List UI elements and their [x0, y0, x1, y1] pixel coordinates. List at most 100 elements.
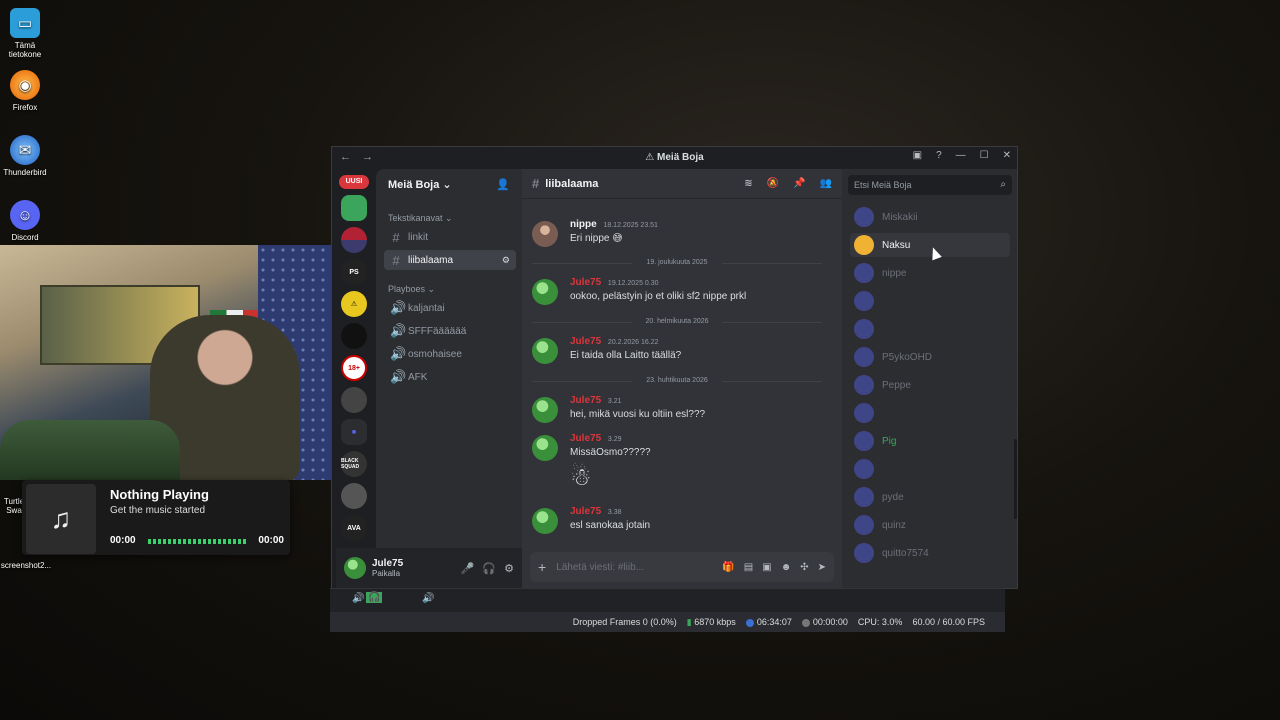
server-icon[interactable]: [341, 483, 367, 509]
composer-placeholder[interactable]: Lähetä viesti: #liib...: [556, 562, 644, 573]
server-label: BLACK SQUAD: [341, 458, 360, 470]
member-item[interactable]: Miskakii: [850, 205, 1010, 229]
plus-icon[interactable]: +: [538, 559, 546, 575]
help-icon[interactable]: ?: [936, 150, 942, 161]
search-icon[interactable]: ⌕: [1000, 179, 1006, 190]
member-item[interactable]: nippe: [850, 261, 1010, 285]
avatar[interactable]: [854, 207, 874, 227]
member-name: Pig: [882, 435, 897, 447]
avatar[interactable]: [854, 235, 874, 255]
avatar[interactable]: [854, 431, 874, 451]
avatar[interactable]: [854, 515, 874, 535]
avatar[interactable]: [344, 557, 366, 579]
notification-icon[interactable]: 🔕: [767, 178, 779, 189]
channel-linkit[interactable]: # linkit: [384, 227, 516, 247]
avatar[interactable]: [532, 397, 558, 423]
firefox-icon: ◉: [10, 70, 40, 100]
message-author[interactable]: nippe: [570, 219, 597, 230]
member-item[interactable]: quinz: [850, 513, 1010, 537]
category-voice[interactable]: Playboes ⌄: [376, 270, 522, 295]
members-icon[interactable]: 👥: [820, 178, 832, 189]
guild-header[interactable]: Meiä Boja ⌄ 👤: [376, 169, 522, 199]
speaker-icon[interactable]: 🔊: [352, 593, 364, 604]
sticker-icon[interactable]: ▣: [762, 562, 771, 573]
gift-icon[interactable]: 🎁: [722, 562, 734, 573]
message-author[interactable]: Jule75: [570, 506, 601, 517]
server-icon[interactable]: [341, 227, 367, 253]
channel-settings-icon[interactable]: ⚙: [502, 255, 510, 266]
server-icon[interactable]: [341, 323, 367, 349]
invite-icon[interactable]: 👤: [496, 178, 510, 191]
apps-icon[interactable]: ✣: [800, 562, 808, 573]
channel-name: AFK: [408, 371, 428, 383]
message-composer[interactable]: + Lähetä viesti: #liib... 🎁 ▤ ▣ ☻ ✣ ➤: [530, 552, 834, 582]
new-badge[interactable]: UUSI: [339, 175, 369, 189]
threads-icon[interactable]: ≋: [744, 178, 752, 189]
server-icon[interactable]: BLACK SQUAD: [341, 451, 367, 477]
maximize-button[interactable]: ☐: [980, 150, 989, 161]
server-icon[interactable]: 18+: [341, 355, 367, 381]
microphone-icon[interactable]: 🎤: [461, 562, 475, 575]
avatar[interactable]: [854, 291, 874, 311]
message-author[interactable]: Jule75: [570, 336, 601, 347]
server-icon[interactable]: [341, 195, 367, 221]
desktop-icon-thunderbird[interactable]: ✉ Thunderbird: [0, 135, 50, 177]
member-item[interactable]: [850, 457, 1010, 481]
channel-liibalaama[interactable]: # liibalaama ⚙: [384, 250, 516, 270]
message-author[interactable]: Jule75: [570, 277, 601, 288]
avatar[interactable]: [532, 221, 558, 247]
member-item[interactable]: [850, 401, 1010, 425]
desktop-icon-firefox[interactable]: ◉ Firefox: [0, 70, 50, 112]
desktop-icon-this-pc[interactable]: ▭ Tämä tietokone: [0, 8, 50, 59]
user-status: Paikalla: [372, 569, 401, 578]
gif-icon[interactable]: ▤: [744, 562, 753, 573]
server-icon[interactable]: PS: [341, 259, 367, 285]
avatar[interactable]: [854, 543, 874, 563]
voice-channel-sfff[interactable]: 🔊 SFFFääääää: [384, 321, 516, 341]
snowman-sticker[interactable]: ☃: [570, 463, 592, 492]
message-author[interactable]: Jule75: [570, 395, 601, 406]
member-item[interactable]: [850, 317, 1010, 341]
avatar[interactable]: [854, 487, 874, 507]
avatar[interactable]: [854, 459, 874, 479]
folder-icon[interactable]: ■: [341, 419, 367, 445]
voice-channel-osmohaisee[interactable]: 🔊 osmohaisee: [384, 344, 516, 364]
speaker-icon[interactable]: 🔊: [422, 593, 434, 604]
avatar[interactable]: [854, 347, 874, 367]
member-item[interactable]: P5ykoOHD: [850, 345, 1010, 369]
avatar[interactable]: [532, 338, 558, 364]
scrollbar[interactable]: [1014, 439, 1017, 519]
gear-icon[interactable]: ⚙: [504, 562, 514, 575]
headphones-icon[interactable]: 🎧: [482, 562, 496, 575]
message-author[interactable]: Jule75: [570, 433, 601, 444]
inbox-icon[interactable]: ▣: [913, 150, 922, 161]
desktop-icon-screenshot[interactable]: screenshot2...: [0, 561, 52, 570]
headphones-icon[interactable]: 🎧: [366, 592, 383, 603]
member-item[interactable]: pyde: [850, 485, 1010, 509]
emoji-icon[interactable]: ☻: [781, 562, 792, 573]
server-icon[interactable]: AVA: [341, 515, 367, 541]
desktop-icon-discord[interactable]: ☺ Discord: [0, 200, 50, 242]
warning-server-icon[interactable]: ⚠: [341, 291, 367, 317]
category-text-channels[interactable]: Tekstikanavat ⌄: [376, 199, 522, 224]
minimize-button[interactable]: —: [956, 150, 966, 161]
user-info[interactable]: Jule75 Paikalla: [372, 558, 403, 578]
avatar[interactable]: [532, 435, 558, 461]
avatar[interactable]: [854, 319, 874, 339]
voice-channel-kaljantai[interactable]: 🔊 kaljantai: [384, 298, 516, 318]
avatar[interactable]: [854, 375, 874, 395]
server-icon[interactable]: [341, 387, 367, 413]
avatar[interactable]: [532, 508, 558, 534]
member-item[interactable]: Pig: [850, 429, 1010, 453]
member-item[interactable]: Peppe: [850, 373, 1010, 397]
search-input[interactable]: Etsi Meiä Boja ⌕: [848, 175, 1012, 195]
send-icon[interactable]: ➤: [818, 562, 826, 573]
member-item[interactable]: quitto7574: [850, 541, 1010, 565]
avatar[interactable]: [854, 403, 874, 423]
avatar[interactable]: [532, 279, 558, 305]
close-button[interactable]: ✕: [1003, 150, 1011, 161]
voice-channel-afk[interactable]: 🔊 AFK: [384, 367, 516, 387]
member-item[interactable]: [850, 289, 1010, 313]
pin-icon[interactable]: 📌: [793, 178, 805, 189]
avatar[interactable]: [854, 263, 874, 283]
